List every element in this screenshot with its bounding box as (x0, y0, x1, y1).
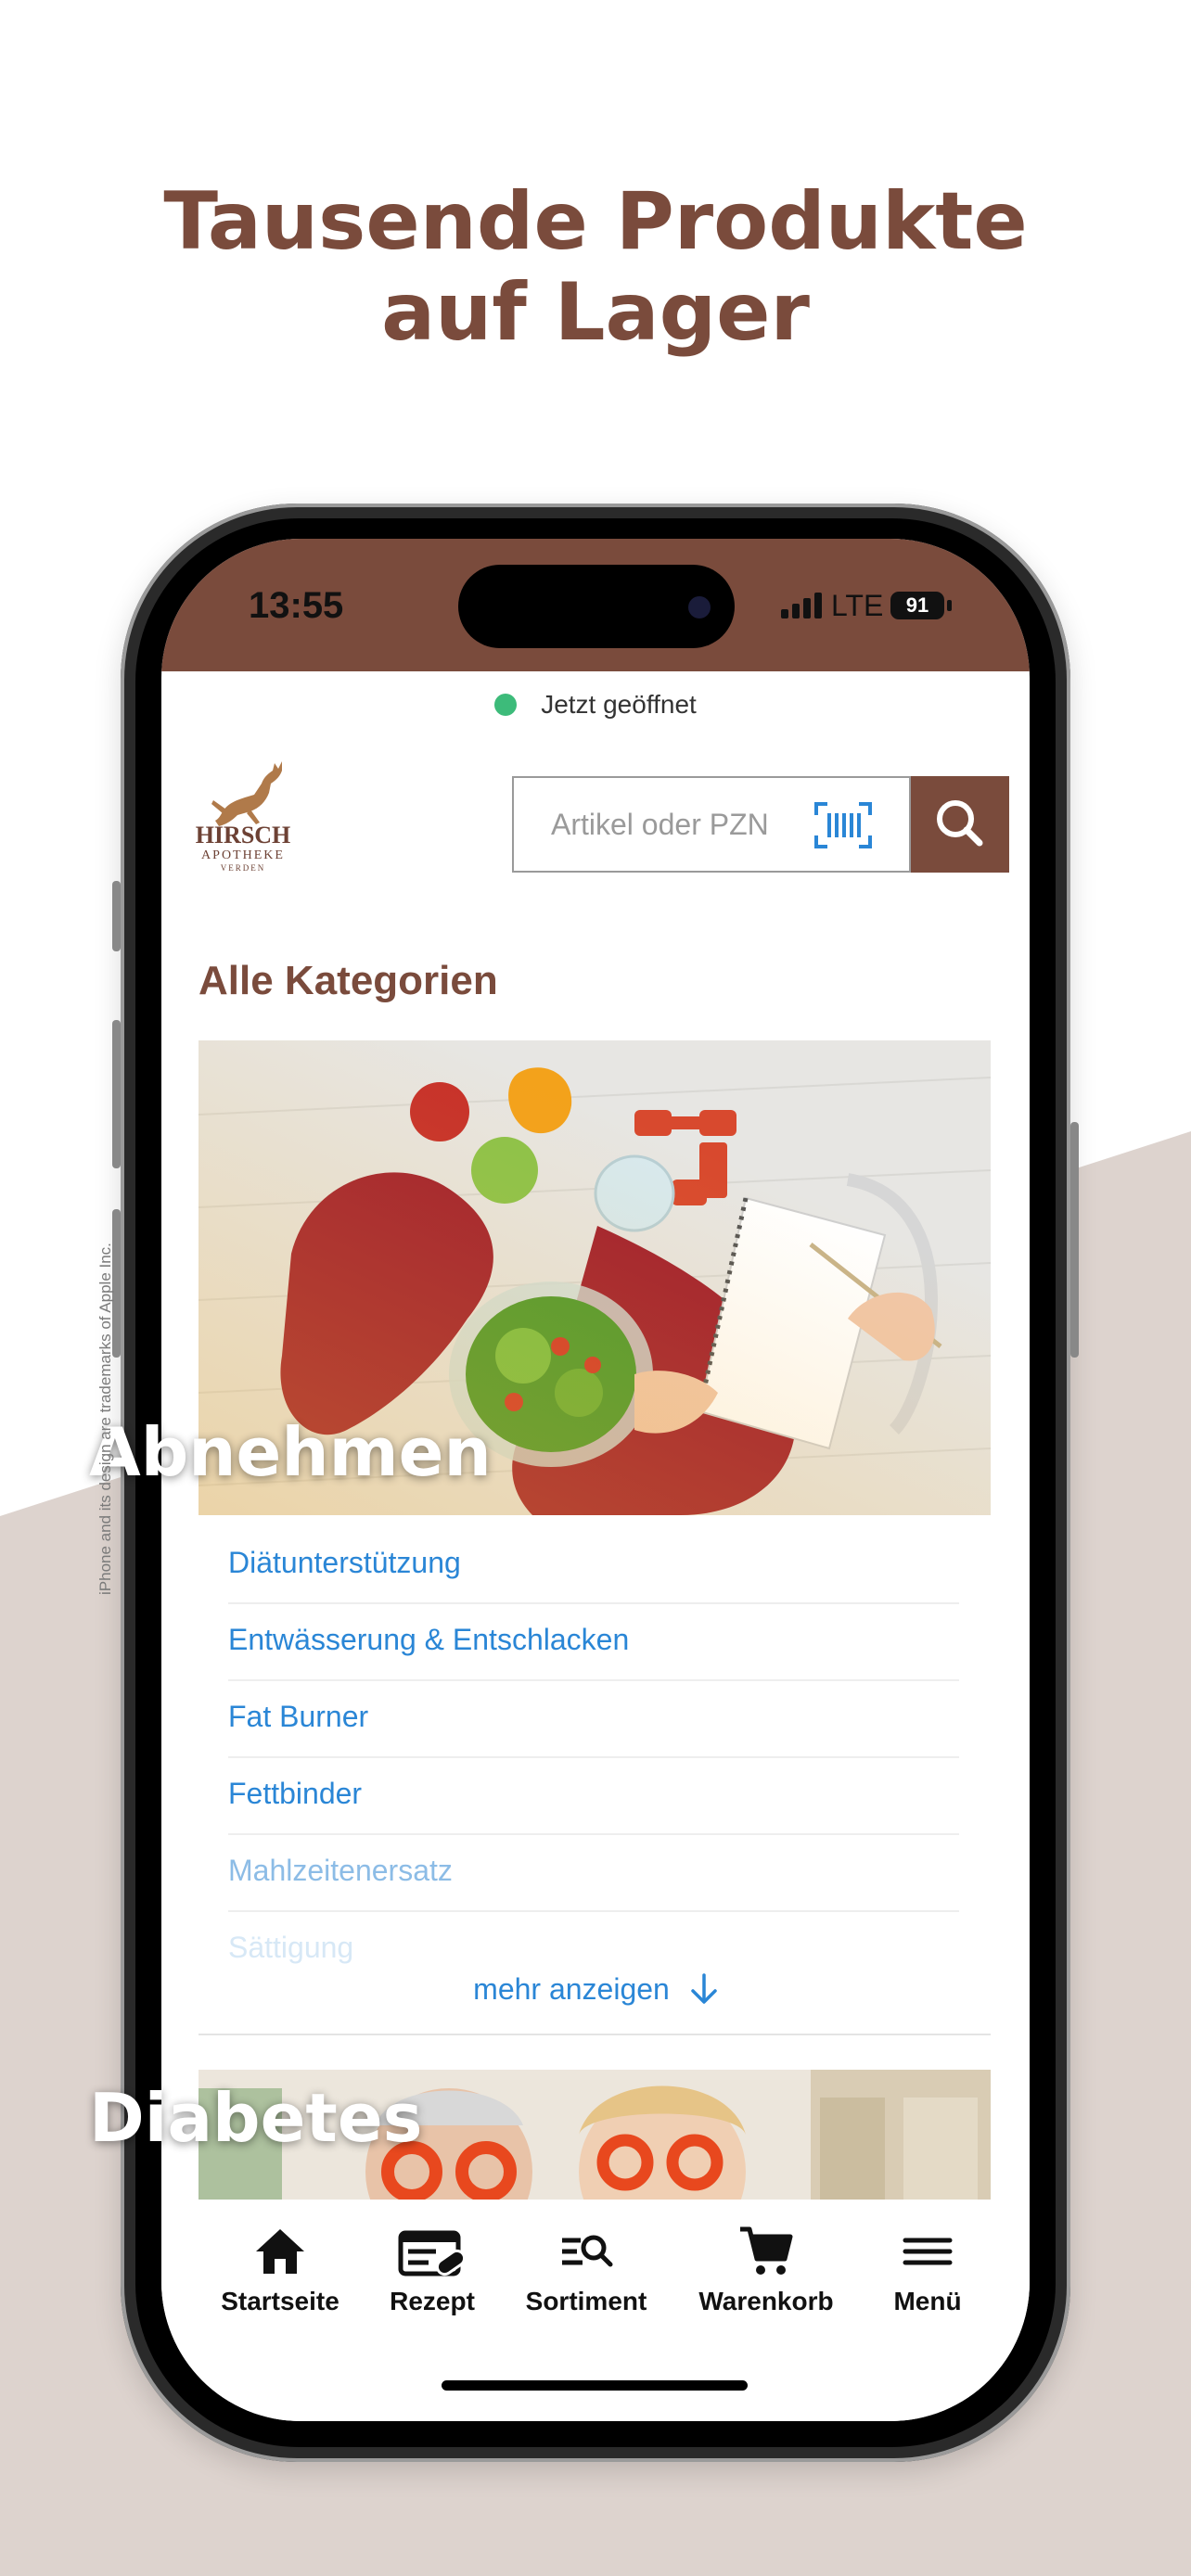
phone-action-button (112, 881, 121, 951)
tab-label: Rezept (390, 2287, 475, 2315)
page-title: Alle Kategorien (198, 958, 498, 1003)
cart-icon (740, 2226, 793, 2275)
subcategory-link[interactable]: Entwässerung & Entschlacken (228, 1604, 959, 1681)
subcategory-link[interactable]: Mahlzeitenersatz (228, 1835, 959, 1912)
show-more-label: mehr anzeigen (473, 1972, 670, 2006)
headline-line-1: Tausende Produkte (163, 175, 1028, 268)
category-label-abnehmen[interactable]: Abnehmen (89, 1413, 492, 1491)
search-icon (937, 800, 983, 847)
show-more-button[interactable]: mehr anzeigen (161, 1972, 1030, 2007)
store-open-label: Jetzt geöffnet (541, 690, 697, 719)
store-open-status: Jetzt geöffnet (161, 690, 1030, 720)
battery-tip (947, 600, 952, 611)
search-box (512, 776, 911, 873)
catalog-search-icon (562, 2235, 613, 2267)
prescription-icon (398, 2230, 467, 2276)
tab-sortiment[interactable]: Sortiment (512, 2222, 660, 2316)
tab-label: Startseite (221, 2287, 339, 2315)
arrow-down-icon (691, 1972, 717, 2004)
barcode-scanner-icon[interactable] (814, 802, 872, 848)
subcategory-link[interactable]: Diätunterstützung (228, 1527, 959, 1604)
subcategory-list: Diätunterstützung Entwässerung & Entschl… (228, 1527, 959, 1989)
open-status-dot-icon (494, 693, 518, 716)
logo-subtitle: APOTHEKE (201, 848, 285, 862)
section-divider (198, 2034, 991, 2035)
headline-line-2: auf Lager (381, 266, 810, 359)
logo-name: HIRSCH (195, 822, 291, 848)
menu-icon (903, 2238, 953, 2265)
search-button[interactable] (911, 776, 1009, 873)
headline: Tausende Produkte auf Lager (0, 176, 1191, 358)
camera-icon (688, 596, 711, 618)
tab-label: Warenkorb (698, 2287, 834, 2315)
signal-icon (781, 593, 822, 618)
phone-power-button (1070, 1122, 1079, 1358)
status-time: 13:55 (249, 585, 344, 626)
category-label-diabetes[interactable]: Diabetes (89, 2079, 423, 2157)
logo-city: VERDEN (220, 863, 266, 873)
status-bar: 13:55 LTE 91 (161, 539, 1030, 671)
tab-rezept[interactable]: Rezept (358, 2222, 506, 2316)
subcategory-link[interactable]: Fettbinder (228, 1758, 959, 1835)
tab-label: Menü (893, 2287, 962, 2315)
subcategory-link[interactable]: Fat Burner (228, 1681, 959, 1758)
tab-warenkorb[interactable]: Warenkorb (692, 2222, 840, 2316)
phone-volume-up-button (112, 1020, 121, 1168)
tab-startseite[interactable]: Startseite (206, 2222, 354, 2316)
search-input[interactable] (551, 804, 811, 845)
home-icon (256, 2229, 304, 2274)
tab-menu[interactable]: Menü (853, 2222, 1002, 2316)
trademark-notice: iPhone and its design are trademarks of … (96, 1243, 114, 1595)
tab-label: Sortiment (525, 2287, 647, 2315)
battery-icon: 91 (890, 592, 944, 619)
home-indicator[interactable] (442, 2380, 748, 2391)
network-label: LTE (831, 589, 884, 622)
